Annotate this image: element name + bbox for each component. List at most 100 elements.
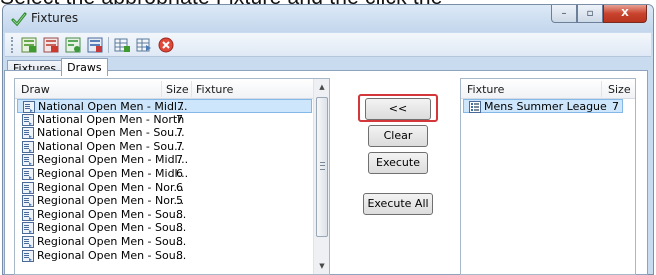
toolbar — [5, 33, 651, 57]
remove-draw-button[interactable] — [42, 36, 60, 54]
draw-name-cell: Regional Open Men - Sou... — [37, 248, 187, 262]
draw-size-cell: 6 — [176, 180, 183, 194]
edit-draw-button[interactable] — [64, 36, 82, 54]
scroll-down-arrow-icon[interactable]: ▼ — [314, 258, 329, 274]
draw-size-cell: 7 — [176, 112, 183, 126]
table-row[interactable]: National Open Men - Sou... 7 — [17, 140, 312, 154]
grid-add-icon — [114, 38, 130, 52]
column-divider[interactable] — [601, 81, 602, 97]
fixture-name-cell: Mens Summer League — [484, 100, 607, 113]
toolbar-separator — [108, 36, 109, 53]
draw-size-cell: 8 — [176, 248, 183, 262]
table-row[interactable]: Regional Open Men - Sou... 8 — [17, 249, 312, 263]
draw-document-icon — [22, 249, 34, 262]
draw-size-cell: 8 — [176, 221, 183, 235]
window-title: Fixtures — [31, 11, 79, 25]
close-button[interactable]: X — [603, 5, 647, 23]
table-row[interactable]: National Open Men - Sou... 7 — [17, 126, 312, 140]
export-fixture-button[interactable] — [135, 36, 153, 54]
add-draw-button[interactable] — [20, 36, 38, 54]
minimize-icon: – — [561, 8, 567, 19]
tab-draws[interactable]: Draws — [61, 58, 108, 76]
execute-button[interactable]: Execute — [368, 152, 428, 174]
draw-name-cell: National Open Men - Sou... — [37, 139, 185, 153]
draw-size-cell: 7 — [176, 139, 183, 153]
stop-icon — [158, 37, 174, 52]
blue-copy-icon — [87, 37, 103, 52]
green-add-icon — [21, 37, 37, 52]
maximize-icon: ▫ — [586, 8, 594, 19]
draw-document-icon — [23, 101, 35, 113]
table-row[interactable]: Mens Summer League 7 — [463, 99, 623, 113]
fixture-list-icon — [469, 101, 481, 113]
green-edit-icon — [65, 37, 81, 52]
draw-name-cell: Regional Open Men - Sou... — [37, 221, 187, 235]
add-fixture-button[interactable] — [113, 36, 131, 54]
fixtures-grid[interactable]: Fixture Size Mens Summer League 7 — [460, 78, 636, 275]
draw-size-cell: 5 — [176, 194, 183, 208]
maximize-button[interactable]: ▫ — [577, 5, 603, 23]
draw-name-cell: National Open Men - Midl... — [38, 100, 188, 113]
draw-name-cell: National Open Men - North — [37, 112, 185, 126]
table-row[interactable]: Regional Open Men - Sou... 8 — [17, 235, 312, 249]
execute-all-button[interactable]: Execute All — [363, 193, 433, 215]
draw-name-cell: Regional Open Men - Sou... — [37, 235, 187, 248]
table-row[interactable]: Regional Open Men - Midl... 6 — [17, 167, 312, 181]
draw-name-cell: Regional Open Men - Nor... — [37, 180, 184, 194]
table-row[interactable]: Regional Open Men - Sou... 8 — [17, 208, 312, 222]
draw-name-cell: Regional Open Men - Midl... — [37, 167, 189, 180]
table-row[interactable]: National Open Men - Midl... 7 — [17, 99, 312, 113]
column-header-fixture[interactable]: Fixture — [196, 83, 233, 96]
draw-size-cell: 8 — [176, 207, 183, 221]
table-row[interactable]: Regional Open Men - Nor... 5 — [17, 194, 312, 208]
window-controls: – ▫ X — [551, 5, 647, 24]
draw-name-cell: Regional Open Men - Midl... — [37, 153, 189, 167]
draws-grid-scrollbar[interactable]: ▲ ▼ — [313, 79, 329, 274]
scrollbar-thumb[interactable] — [316, 97, 328, 237]
draw-document-icon — [22, 168, 34, 180]
draw-name-cell: Regional Open Men - Sou... — [37, 207, 187, 221]
column-divider[interactable] — [191, 81, 192, 97]
draws-grid-header: Draw Size Fixture — [15, 79, 329, 99]
fixture-size-cell: 7 — [612, 100, 619, 113]
fixtures-grid-header: Fixture Size — [461, 79, 635, 99]
draw-name-cell: Regional Open Men - Nor... — [37, 194, 184, 208]
grid-export-icon — [136, 38, 151, 51]
copy-draw-button[interactable] — [86, 36, 104, 54]
table-row[interactable]: National Open Men - North 7 — [17, 113, 312, 127]
table-row[interactable]: Regional Open Men - Midl... 7 — [17, 153, 312, 167]
column-divider[interactable] — [161, 81, 162, 97]
draw-size-cell: 8 — [176, 235, 183, 248]
minimize-button[interactable]: – — [551, 5, 577, 23]
draw-document-icon — [22, 208, 34, 221]
column-header-size[interactable]: Size — [608, 83, 631, 96]
draw-name-cell: National Open Men - Sou... — [37, 126, 185, 140]
draw-document-icon — [22, 127, 34, 140]
column-header-size[interactable]: Size — [166, 83, 189, 96]
draw-document-icon — [22, 113, 34, 126]
column-header-fixture[interactable]: Fixture — [467, 83, 504, 96]
title-bar[interactable]: Fixtures – ▫ X — [3, 5, 653, 32]
close-icon: X — [621, 8, 629, 19]
clear-button[interactable]: Clear — [368, 125, 428, 147]
table-row[interactable]: Regional Open Men - Nor... 6 — [17, 181, 312, 195]
toolbar-grip[interactable] — [11, 36, 14, 53]
draw-document-icon — [22, 181, 34, 194]
red-remove-icon — [43, 37, 59, 52]
scroll-up-arrow-icon[interactable]: ▲ — [314, 79, 329, 95]
draw-document-icon — [22, 140, 34, 153]
fixtures-app-icon — [11, 12, 27, 27]
draw-size-cell: 6 — [176, 167, 183, 180]
draw-size-cell: 7 — [177, 100, 184, 113]
table-row[interactable]: Regional Open Men - Sou... 8 — [17, 221, 312, 235]
draw-document-icon — [22, 154, 34, 167]
stop-button[interactable] — [157, 36, 175, 54]
draw-size-cell: 7 — [176, 153, 183, 167]
draw-size-cell: 7 — [176, 126, 183, 140]
assign-fixture-button[interactable]: << — [365, 98, 431, 120]
draw-document-icon — [22, 236, 34, 248]
draw-document-icon — [22, 195, 34, 208]
column-header-draw[interactable]: Draw — [21, 83, 50, 96]
draws-grid[interactable]: Draw Size Fixture National Open Men - Mi… — [14, 78, 330, 275]
draw-document-icon — [22, 222, 34, 235]
